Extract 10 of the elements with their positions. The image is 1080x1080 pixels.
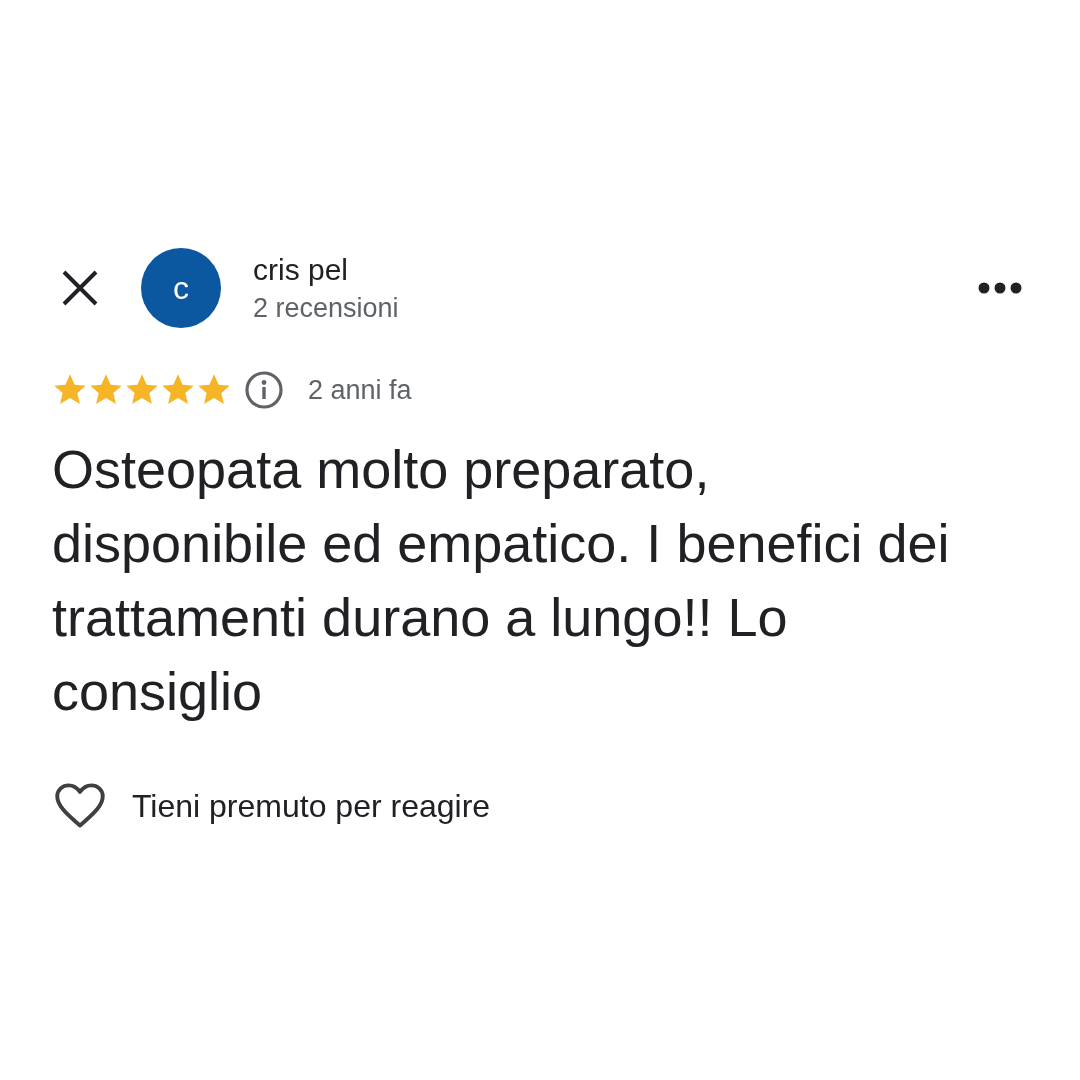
heart-icon[interactable] [54,782,106,830]
close-icon[interactable] [60,268,100,308]
info-icon[interactable] [244,370,284,410]
review-date: 2 anni fa [308,374,412,406]
review-count: 2 recensioni [253,292,400,324]
review-text: Osteopata molto preparato, disponibile ed empatico. I benefici dei trattamenti durano a lungo!! Lo consiglio [52,438,951,723]
reaction-hint: Tieni premuto per reagire [132,787,491,825]
more-options-icon[interactable] [978,282,1022,294]
reviewer-name[interactable]: cris pel [253,252,978,287]
avatar: c [141,248,221,328]
